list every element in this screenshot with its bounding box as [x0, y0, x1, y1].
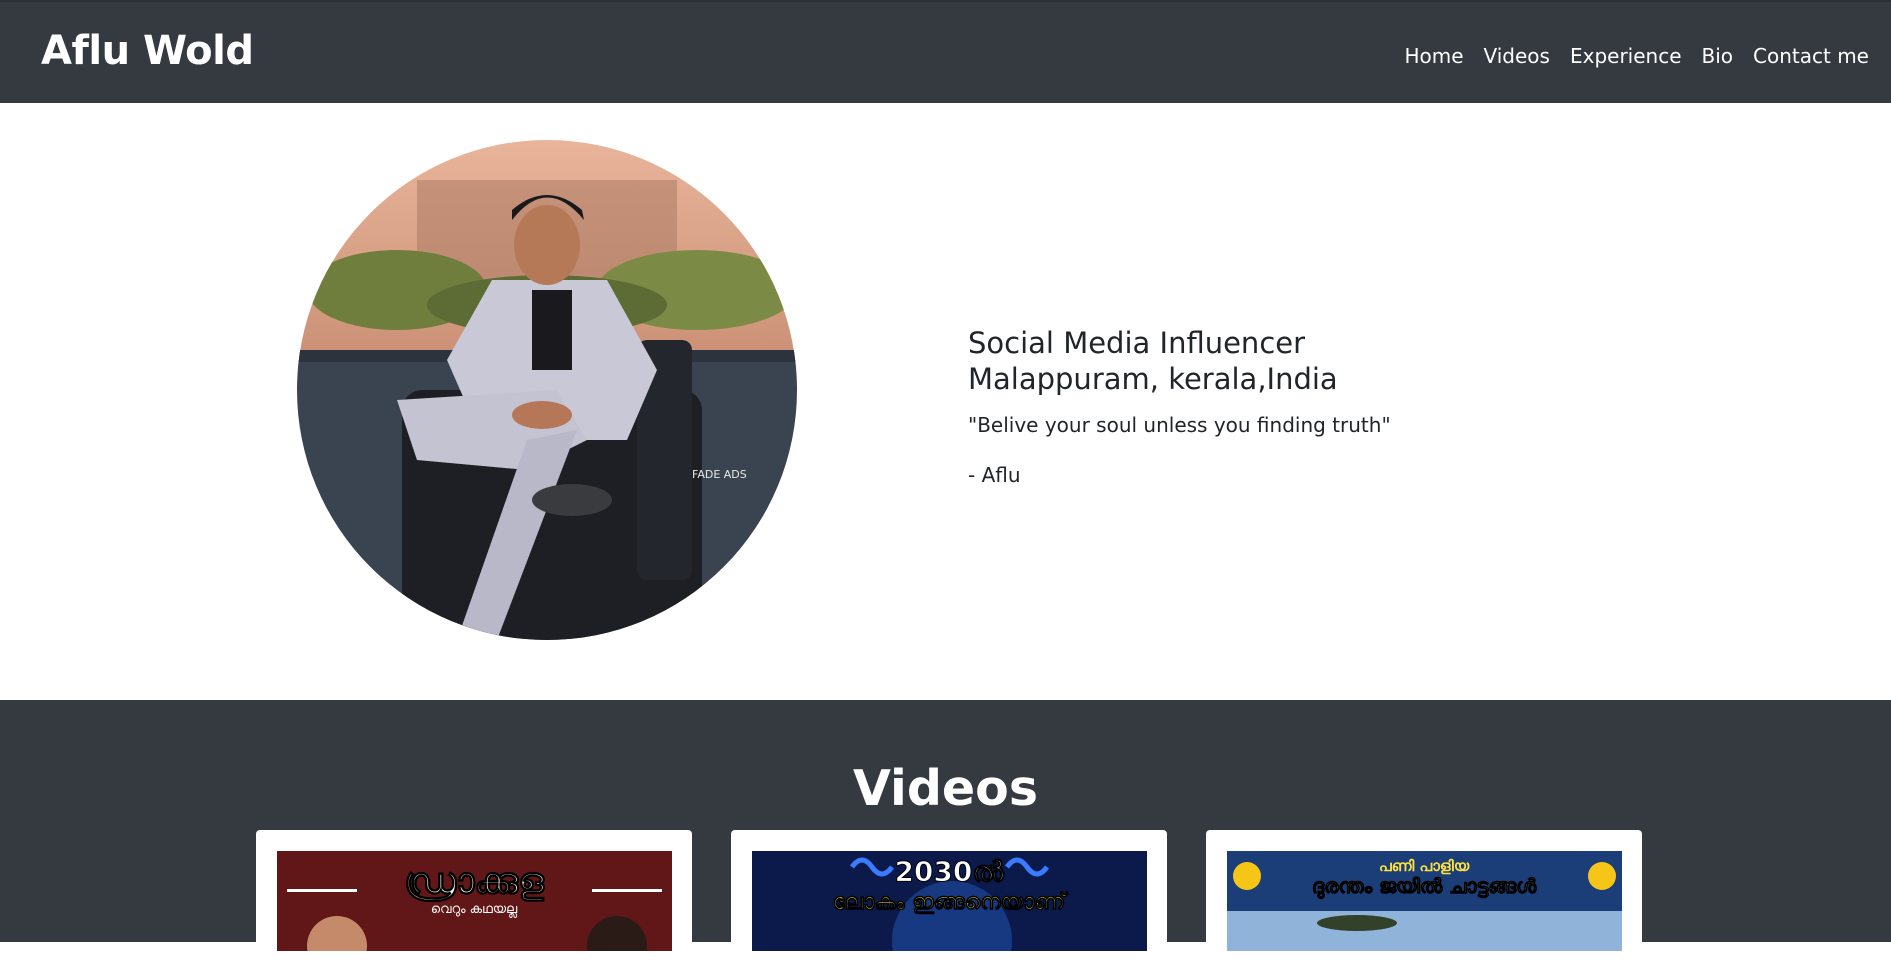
video-card[interactable]: പണി പാളിയ ദുരന്തം ജയിൽ ചാട്ടങ്ങൾ — [1206, 830, 1642, 960]
video-thumbnail[interactable]: ഡ്രാക്കുള വെറും കഥയല്ല — [277, 851, 672, 951]
site-brand[interactable]: Aflu Wold — [41, 28, 254, 74]
nav-link-home[interactable]: Home — [1404, 44, 1463, 68]
video-card[interactable]: ഡ്രാക്കുള വെറും കഥയല്ല — [256, 830, 692, 960]
nav-link-contact[interactable]: Contact me — [1753, 44, 1869, 68]
video-subtitle: ലോകം ഇങ്ങനെയാണ് — [833, 890, 1069, 915]
video-subtitle: ദുരന്തം ജയിൽ ചാട്ടങ്ങൾ — [1312, 874, 1537, 899]
videos-section: Videos ഡ്രാക്കുള വെറും കഥയല്ല 2030ൽ ലോകം… — [0, 700, 1891, 960]
video-title: 2030ൽ — [894, 855, 1004, 888]
hero-quote: "Belive your soul unless you finding tru… — [968, 413, 1391, 437]
main-nav: Home Videos Experience Bio Contact me — [1404, 44, 1869, 68]
videos-heading: Videos — [853, 760, 1038, 817]
photo-watermark: FADE ADS — [692, 468, 747, 481]
video-title: പണി പാളിയ — [1379, 857, 1470, 875]
profile-photo: FADE ADS — [297, 140, 797, 640]
nav-link-videos[interactable]: Videos — [1484, 44, 1550, 68]
hero-title-line2: Malappuram, kerala,India — [968, 362, 1338, 396]
video-thumbnail[interactable]: പണി പാളിയ ദുരന്തം ജയിൽ ചാട്ടങ്ങൾ — [1227, 851, 1622, 951]
nav-link-experience[interactable]: Experience — [1570, 44, 1682, 68]
hero-title-line1: Social Media Influencer — [968, 326, 1306, 360]
hero-text: Social Media Influencer Malappuram, kera… — [968, 325, 1668, 487]
video-title: ഡ്രാക്കുള — [404, 861, 545, 902]
hero-title: Social Media Influencer Malappuram, kera… — [968, 325, 1668, 397]
hero-author: - Aflu — [968, 463, 1021, 487]
navbar: Aflu Wold Home Videos Experience Bio Con… — [0, 0, 1891, 103]
video-thumbnail[interactable]: 2030ൽ ലോകം ഇങ്ങനെയാണ് — [752, 851, 1147, 951]
video-card[interactable]: 2030ൽ ലോകം ഇങ്ങനെയാണ് — [731, 830, 1167, 960]
hero-section: FADE ADS Social Media Influencer Malappu… — [0, 103, 1891, 700]
nav-link-bio[interactable]: Bio — [1702, 44, 1734, 68]
video-subtitle: വെറും കഥയല്ല — [431, 902, 518, 919]
